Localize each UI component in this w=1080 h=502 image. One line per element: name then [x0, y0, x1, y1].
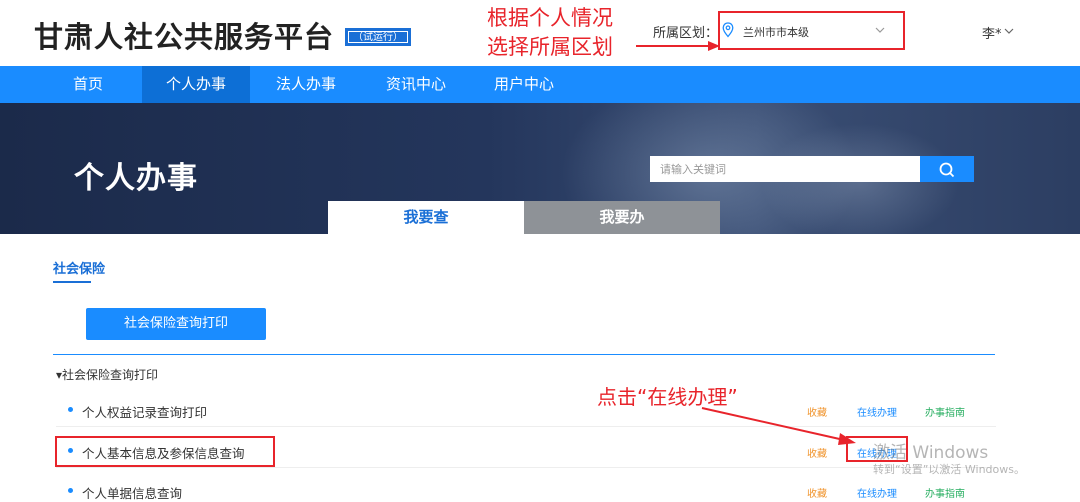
social-insurance-print-button[interactable]: 社会保险查询打印 — [86, 308, 266, 340]
collect-link[interactable]: 收藏 — [807, 485, 827, 500]
online-handle-link[interactable]: 在线办理 — [857, 485, 897, 500]
group-header[interactable]: ▾社会保险查询打印 — [56, 366, 158, 383]
section-tab-underline — [53, 281, 91, 283]
nav-item-news[interactable]: 资讯中心 — [378, 66, 454, 103]
list-item: 个人单据信息查询 收藏 在线办理 办事指南 — [56, 474, 996, 502]
tab-query[interactable]: 我要查 — [328, 201, 524, 234]
annotation-region-hint: 根据个人情况 选择所属区划 — [487, 4, 613, 62]
bullet-icon — [68, 407, 73, 412]
user-chevron-down-icon[interactable] — [1004, 27, 1014, 35]
list-item-label[interactable]: 个人权益记录查询打印 — [82, 402, 207, 421]
bullet-icon — [68, 488, 73, 493]
beta-badge: （试运行） — [345, 28, 411, 46]
region-label: 所属区划： — [653, 26, 719, 41]
annotation-arrow-right-icon — [636, 41, 720, 51]
search-button[interactable] — [920, 156, 974, 182]
list-divider — [53, 354, 995, 355]
nav-item-user-center[interactable]: 用户中心 — [486, 66, 562, 103]
main-nav: 首页 个人办事 法人办事 资讯中心 用户中心 — [0, 66, 1080, 103]
annotation-arrow-icon — [701, 407, 856, 445]
list-item-label[interactable]: 个人单据信息查询 — [82, 483, 182, 502]
section-tab-social-insurance[interactable]: 社会保险 — [53, 258, 105, 277]
annotation-region-line1: 根据个人情况 — [487, 6, 613, 30]
search-input[interactable] — [650, 156, 920, 182]
banner: 个人办事 我要查 我要办 — [0, 103, 1080, 234]
nav-item-corporate[interactable]: 法人办事 — [268, 66, 344, 103]
windows-activation-subtext: 转到“设置”以激活 Windows。 — [873, 463, 1025, 476]
banner-title: 个人办事 — [74, 161, 198, 196]
site-title[interactable]: 甘肃人社公共服务平台 — [34, 14, 334, 56]
annotation-region-highlight — [718, 11, 905, 50]
nav-item-personal[interactable]: 个人办事 — [142, 66, 250, 103]
guide-link[interactable]: 办事指南 — [925, 485, 965, 500]
annotation-row-highlight — [55, 436, 275, 467]
guide-link[interactable]: 办事指南 — [925, 404, 965, 419]
beta-badge-label: （试运行） — [348, 31, 408, 43]
search-icon — [939, 162, 955, 178]
nav-item-home[interactable]: 首页 — [60, 66, 116, 103]
header: 甘肃人社公共服务平台 （试运行） 根据个人情况 选择所属区划 所属区划： 兰州市… — [0, 0, 1080, 66]
windows-activation-watermark: 激活 Windows — [873, 443, 989, 463]
tab-handle[interactable]: 我要办 — [524, 201, 720, 234]
user-name[interactable]: 李* — [982, 23, 1002, 42]
annotation-region-line2: 选择所属区划 — [487, 35, 613, 59]
beta-badge-text: 试运行 — [363, 32, 393, 43]
online-handle-link[interactable]: 在线办理 — [857, 404, 897, 419]
